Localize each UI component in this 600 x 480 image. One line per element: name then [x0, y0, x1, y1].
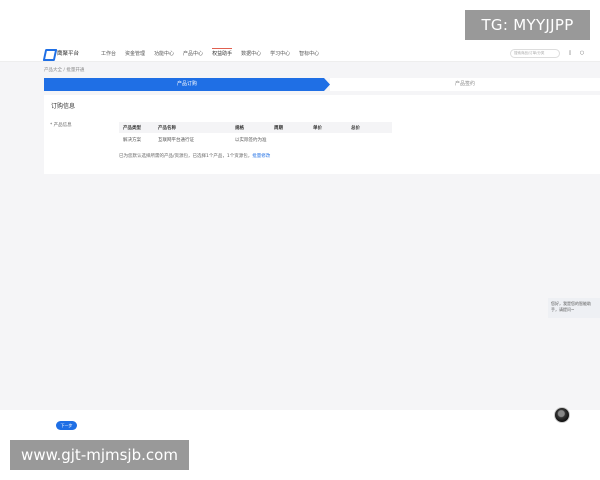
nav-item-rights[interactable]: 权益助手 — [212, 48, 233, 57]
cell-type: 解决方案 — [123, 137, 141, 143]
nav-item-products[interactable]: 产品中心 — [183, 50, 203, 57]
nav-item-features[interactable]: 功能中心 — [154, 50, 174, 57]
logo[interactable]: 鹰聚平台 — [44, 47, 79, 58]
nav-item-learning[interactable]: 学习中心 — [270, 50, 290, 57]
selection-note-text: 已为您默认选择所需的产品/资源包，已选择1个产品，1个资源包， — [119, 154, 253, 159]
nav-item-workbench[interactable]: 工作台 — [101, 50, 116, 57]
step-order: 产品订购 — [44, 78, 330, 91]
logo-text: 鹰聚平台 — [57, 50, 80, 57]
product-table: 产品类型 产品名称 规格 周期 单价 总价 解决方案 互联网平台通行证 以实际签… — [119, 122, 392, 146]
col-spec: 规格 — [235, 125, 244, 131]
table-row: 解决方案 互联网平台通行证 以实际签约为准 — [119, 133, 392, 146]
step-sign: 产品签约 — [330, 78, 600, 91]
col-type: 产品类型 — [123, 125, 141, 131]
nav-item-funds[interactable]: 资金管理 — [125, 50, 145, 57]
breadcrumb: 产品大全 / 批量开通 — [44, 68, 85, 73]
step-bar: 产品订购 产品签约 — [44, 78, 600, 91]
search-input[interactable]: 搜索商品/订单/分类 — [510, 49, 560, 58]
top-header: 鹰聚平台 工作台 资金管理 功能中心 产品中心 权益助手 数据中心 学习中心 智… — [0, 46, 600, 62]
watermark-top: TG: MYYJJPP — [465, 10, 590, 40]
main-nav: 工作台 资金管理 功能中心 产品中心 权益助手 数据中心 学习中心 智标中心 — [101, 48, 328, 57]
cell-spec: 以实际签约为准 — [235, 137, 267, 143]
user-icon[interactable]: ○ — [579, 50, 585, 56]
table-header: 产品类型 产品名称 规格 周期 单价 总价 — [119, 122, 392, 133]
col-period: 周期 — [274, 125, 283, 131]
product-info-label: * 产品信息 — [50, 123, 72, 128]
selection-note: 已为您默认选择所需的产品/资源包，已选择1个产品，1个资源包，批量修改 — [119, 153, 270, 159]
bell-icon[interactable]: ▯ — [567, 50, 573, 56]
watermark-bottom: www.gjt-mjmsjb.com — [10, 440, 189, 470]
assistant-avatar[interactable] — [554, 407, 570, 423]
nav-item-bidding[interactable]: 智标中心 — [299, 50, 319, 57]
next-step-button[interactable]: 下一步 — [56, 421, 77, 430]
nav-item-data[interactable]: 数据中心 — [241, 50, 261, 57]
cell-name: 互联网平台通行证 — [158, 137, 194, 143]
col-total: 总价 — [351, 125, 360, 131]
col-unit-price: 单价 — [313, 125, 322, 131]
assistant-chat-bubble[interactable]: 您好，我是您的智能助手，请提问~ — [548, 298, 600, 318]
logo-icon — [44, 47, 54, 58]
order-info-card: 订购信息 * 产品信息 产品类型 产品名称 规格 周期 单价 总价 解决方案 互… — [44, 95, 600, 174]
section-title: 订购信息 — [51, 103, 76, 110]
col-name: 产品名称 — [158, 125, 176, 131]
batch-edit-link[interactable]: 批量修改 — [252, 154, 270, 159]
